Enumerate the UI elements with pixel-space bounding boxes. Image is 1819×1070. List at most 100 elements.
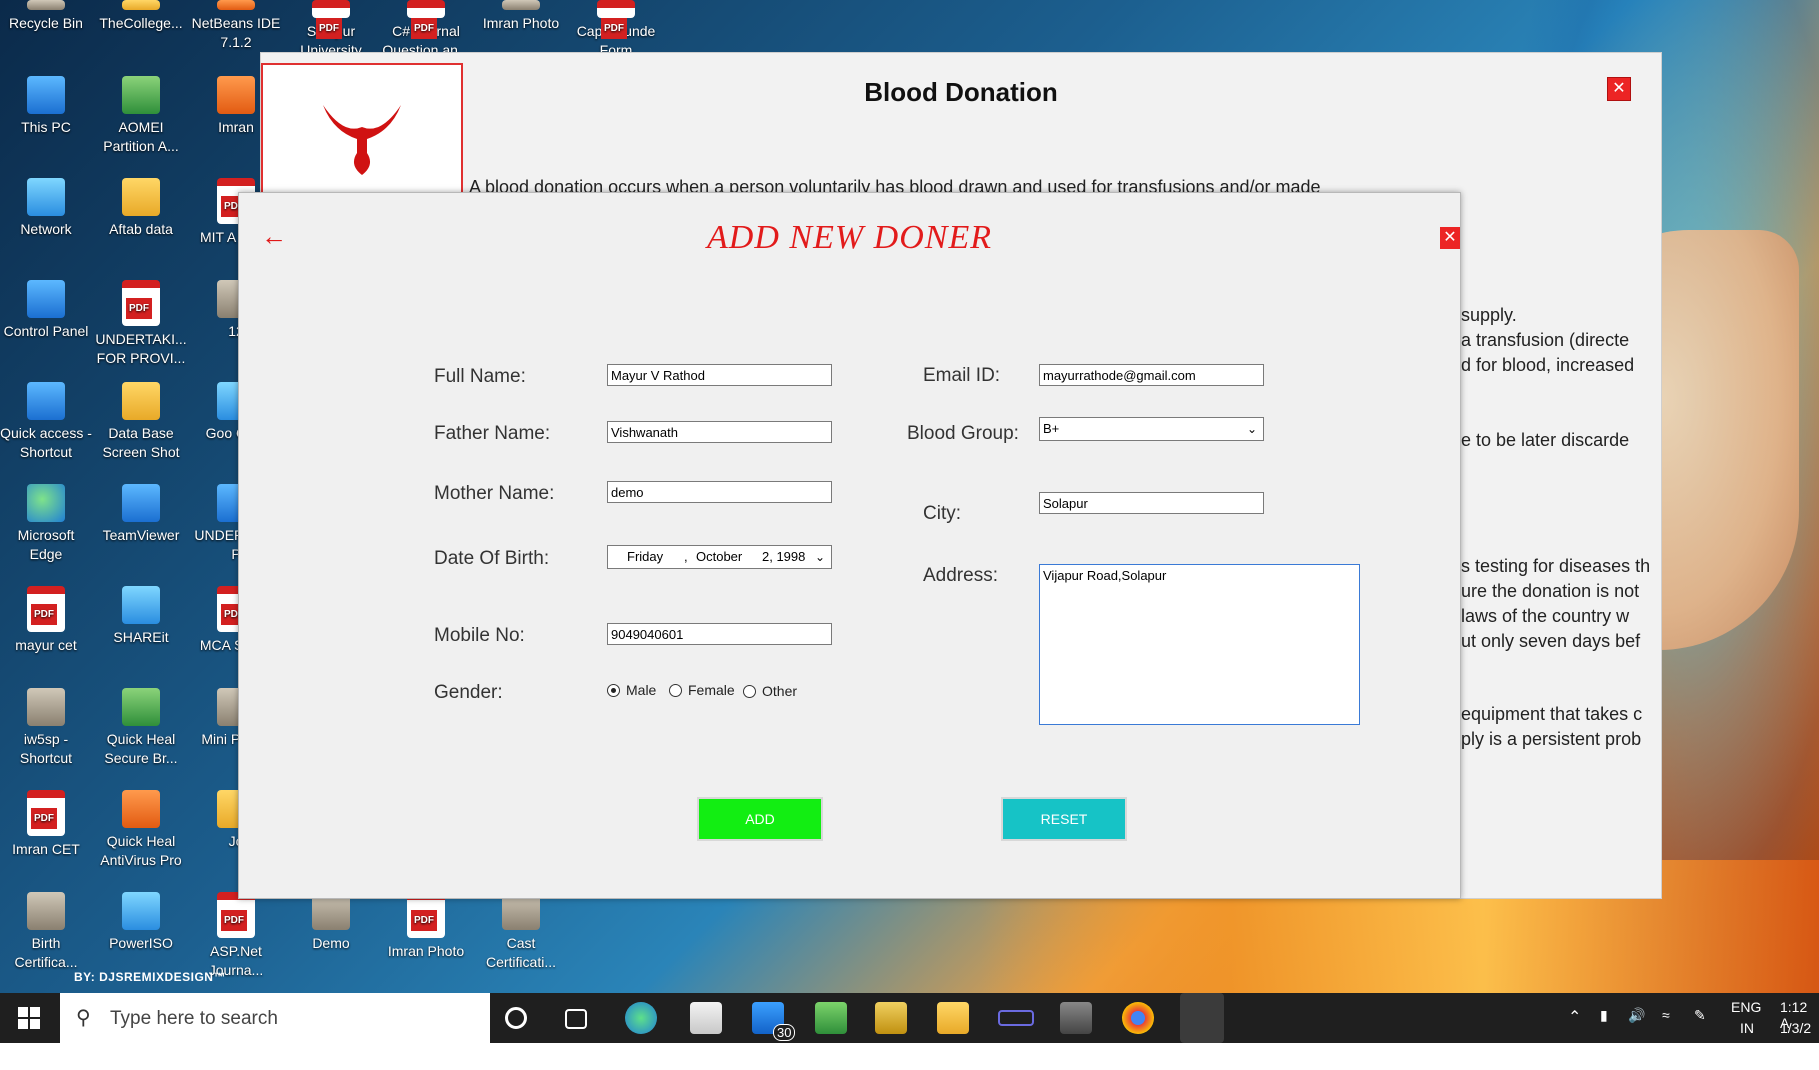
address-textarea[interactable]: Vijapur Road,Solapur [1039, 564, 1360, 725]
email-input[interactable]: mayurrathode@gmail.com [1039, 364, 1264, 386]
email-label: Email ID: [923, 365, 1001, 386]
app-k-icon[interactable] [1060, 1002, 1092, 1034]
infinity-app-icon[interactable] [998, 1010, 1034, 1026]
chevron-down-icon: ⌄ [814, 550, 825, 564]
dob-date: 2, 1998 [762, 549, 806, 564]
desktop-icon-birth-certificate[interactable]: Birth Certifica... [0, 892, 92, 972]
chevron-down-icon: ⌄ [1246, 422, 1257, 436]
network-icon [27, 178, 65, 216]
gender-radio-male[interactable]: Male [607, 682, 656, 698]
mother-name-label: Mother Name: [434, 483, 555, 504]
desktop-icon-solapur-university[interactable]: Solapur University [285, 0, 377, 60]
mobile-label: Mobile No: [434, 625, 525, 646]
desktop-icon-aftab-data[interactable]: Aftab data [95, 178, 187, 239]
blood-group-label: Blood Group: [907, 423, 1019, 444]
dialog-close-button[interactable]: ✕ [1440, 227, 1460, 249]
desktop-icon-iw5sp[interactable]: iw5sp - Shortcut [0, 688, 92, 768]
task-view-icon[interactable] [565, 1009, 587, 1029]
shareit-icon [122, 586, 160, 624]
desktop-icon-this-pc[interactable]: This PC [0, 76, 92, 137]
blood-group-select[interactable]: B+ ⌄ [1039, 417, 1264, 441]
blood-group-value: B+ [1043, 421, 1060, 436]
desktop-icon-microsoft-edge[interactable]: Microsoft Edge [0, 484, 92, 564]
desktop-icon-poweriso[interactable]: PowerISO [95, 892, 187, 953]
desktop-icon-undertaking[interactable]: UNDERTAKI... FOR PROVI... [95, 280, 187, 368]
desktop-icon-cast-certificate[interactable]: Cast Certificati... [475, 892, 567, 972]
desktop-icon-imran-photo-pdf[interactable]: Imran Photo [380, 892, 472, 961]
city-input[interactable]: Solapur [1039, 492, 1264, 514]
computer-icon [27, 76, 65, 114]
recycle-bin-icon [27, 0, 65, 10]
aomei-icon [122, 76, 160, 114]
desktop-icon-netbeans[interactable]: NetBeans IDE 7.1.2 [190, 0, 282, 52]
dob-picker[interactable]: Friday , October 2, 1998 ⌄ [607, 545, 832, 569]
windows-start-icon[interactable] [18, 1007, 40, 1029]
pdf-icon [122, 280, 160, 326]
edge-taskbar-icon[interactable] [625, 1002, 657, 1034]
desktop-icon-shareit[interactable]: SHAREit [95, 586, 187, 647]
desktop-icon-quick-access[interactable]: Quick access - Shortcut [0, 382, 92, 462]
desktop-icon-aspnet-journal[interactable]: ASP.Net Journa... [190, 892, 282, 980]
pen-icon[interactable]: ✎ [1694, 1007, 1706, 1057]
desktop-icon-aomei[interactable]: AOMEI Partition A... [95, 76, 187, 156]
dob-day: Friday [627, 549, 664, 564]
region-indicator: IN [1740, 1020, 1754, 1036]
desktop-icon-quick-heal-antivirus[interactable]: Quick Heal AntiVirus Pro [95, 790, 187, 870]
text-fragment: e to be later discarde [1461, 430, 1630, 450]
volume-icon[interactable]: 🔊 [1628, 1007, 1645, 1057]
desktop-icon-quick-heal-secure[interactable]: Quick Heal Secure Br... [95, 688, 187, 768]
radio-selected-icon [607, 683, 620, 697]
chevron-up-icon[interactable]: ⌃ [1568, 1007, 1581, 1057]
desktop-icon-cap-round-form[interactable]: Cap Rounde Form [570, 0, 662, 60]
poweriso-icon [122, 892, 160, 930]
tools-icon[interactable] [875, 1002, 907, 1034]
taskbar-search-box[interactable]: ⚲ Type here to search [60, 993, 490, 1043]
edge-icon [27, 484, 65, 522]
text-fragment: a transfusion (directe [1461, 330, 1630, 350]
mobile-input[interactable]: 9049040601 [607, 623, 832, 645]
desktop-icon-network[interactable]: Network [0, 178, 92, 239]
desktop-icon-csharp-journal[interactable]: C# Journal Question an... [380, 0, 472, 60]
file-explorer-icon[interactable] [937, 1002, 969, 1034]
store-icon[interactable] [690, 1002, 722, 1034]
desktop-icon-database-screenshot[interactable]: Data Base Screen Shot [95, 382, 187, 462]
desktop-icon-control-panel[interactable]: Control Panel [0, 280, 92, 341]
wallpaper-credit: BY: DJSREMIXDESIGN™ [74, 970, 226, 984]
desktop-icon-thecollege[interactable]: TheCollege... [95, 0, 187, 33]
pdf-icon [27, 586, 65, 632]
father-name-input[interactable]: Vishwanath [607, 421, 832, 443]
desktop-icon-recycle-bin[interactable]: Recycle Bin [0, 0, 92, 33]
battery-icon[interactable]: ▮ [1600, 1007, 1608, 1057]
pdf-icon [597, 0, 635, 39]
close-button[interactable]: ✕ [1607, 77, 1631, 101]
image-icon [502, 0, 540, 10]
star-icon [27, 382, 65, 420]
search-placeholder: Type here to search [110, 1008, 278, 1029]
active-app-icon[interactable] [1180, 993, 1224, 1043]
desktop-icon-demo[interactable]: Demo [285, 892, 377, 953]
mail-badge: 30 [773, 1024, 796, 1041]
excel-app-icon[interactable] [815, 1002, 847, 1034]
gender-radio-other[interactable]: Other [743, 683, 797, 699]
gender-label: Gender: [434, 682, 503, 703]
wifi-icon[interactable]: ≈ [1662, 1007, 1670, 1057]
desktop-icon-imran-cet[interactable]: Imran CET [0, 790, 92, 859]
gender-radio-female[interactable]: Female [669, 682, 735, 698]
reset-button[interactable]: RESET [1001, 797, 1127, 841]
text-fragment: equipment that takes c [1461, 704, 1643, 724]
mother-name-input[interactable]: demo [607, 481, 832, 503]
close-icon: ✕ [1612, 80, 1626, 97]
add-button[interactable]: ADD [697, 797, 823, 841]
cortana-icon[interactable] [505, 1007, 527, 1029]
dialog-title: ADD NEW DONER [707, 219, 992, 256]
full-name-input[interactable]: Mayur V Rathod [607, 364, 832, 386]
full-name-label: Full Name: [434, 366, 526, 387]
desktop-icon-teamviewer[interactable]: TeamViewer [95, 484, 187, 545]
desktop-icon-mayur-cet[interactable]: mayur cet [0, 586, 92, 655]
desktop-icon-imran-photo[interactable]: Imran Photo [475, 0, 567, 33]
clock-date[interactable]: 1/3/2 [1780, 1020, 1811, 1070]
dob-separator: , [684, 549, 688, 564]
folder-icon [122, 178, 160, 216]
taskbar: ⚲ Type here to search ⌃ ▮ 🔊 ≈ ✎ ENG IN 1… [0, 993, 1819, 1043]
chrome-taskbar-icon[interactable] [1122, 1002, 1154, 1034]
